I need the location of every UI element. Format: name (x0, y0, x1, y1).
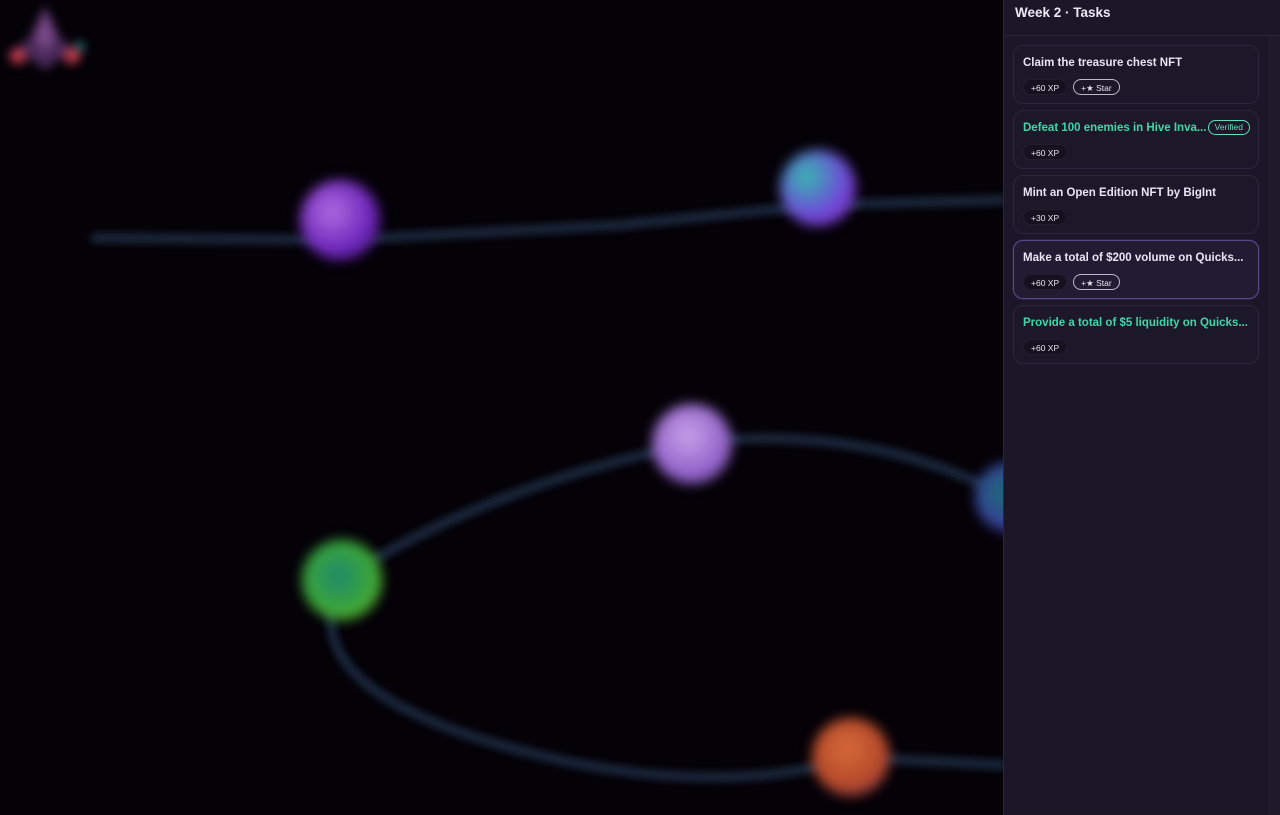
orange-orb-icon[interactable] (812, 718, 890, 796)
verified-badge: Verified (1207, 120, 1250, 135)
panel-title: Week 2 · Tasks (1015, 5, 1111, 20)
path-segment-3 (326, 575, 1003, 782)
task-card-volume-quickswap[interactable]: Make a total of $200 volume on Quicks...… (1013, 240, 1259, 299)
task-title: Provide a total of $5 liquidity on Quick… (1023, 317, 1247, 329)
star-badge: +★ Star (1073, 79, 1120, 95)
xp-badge: +30 XP (1023, 209, 1068, 225)
xp-badge: +60 XP (1023, 339, 1068, 355)
lavender-orb-icon[interactable] (652, 404, 732, 484)
task-list: Claim the treasure chest NFT +60 XP +★ S… (1013, 45, 1259, 370)
task-rewards: +30 XP (1023, 209, 1249, 225)
xp-badge: +60 XP (1023, 79, 1068, 95)
quest-map-background (0, 0, 1003, 815)
panel-header: Week 2 · Tasks (1004, 0, 1280, 36)
task-title: Claim the treasure chest NFT (1023, 57, 1183, 69)
xp-badge: +60 XP (1023, 274, 1068, 290)
task-title: Defeat 100 enemies in Hive Inva... (1023, 122, 1207, 134)
task-card-mint-nft[interactable]: Mint an Open Edition NFT by BigInt +30 X… (1013, 175, 1259, 234)
task-rewards: +60 XP (1023, 339, 1249, 355)
scrollbar[interactable] (1269, 36, 1280, 815)
task-title: Mint an Open Edition NFT by BigInt (1023, 187, 1216, 199)
spaceship-icon[interactable] (0, 0, 90, 75)
task-rewards: +60 XP (1023, 144, 1249, 160)
task-rewards: +60 XP +★ Star (1023, 79, 1249, 95)
tasks-panel: Week 2 · Tasks Claim the treasure chest … (1003, 0, 1280, 815)
green-orb-icon[interactable] (302, 540, 382, 620)
quest-path-lines (90, 195, 1003, 782)
task-card-defeat-enemies[interactable]: Defeat 100 enemies in Hive Inva... Verif… (1013, 110, 1259, 169)
star-badge: +★ Star (1073, 274, 1120, 290)
path-segment-1 (90, 195, 1003, 245)
teal-purple-orb-icon[interactable] (780, 150, 856, 226)
task-title: Make a total of $200 volume on Quicks... (1023, 252, 1244, 264)
task-card-claim-treasure[interactable]: Claim the treasure chest NFT +60 XP +★ S… (1013, 45, 1259, 104)
task-rewards: +60 XP +★ Star (1023, 274, 1249, 290)
task-card-liquidity-quickswap[interactable]: Provide a total of $5 liquidity on Quick… (1013, 305, 1259, 364)
xp-badge: +60 XP (1023, 144, 1068, 160)
purple-orb-icon[interactable] (300, 180, 380, 260)
